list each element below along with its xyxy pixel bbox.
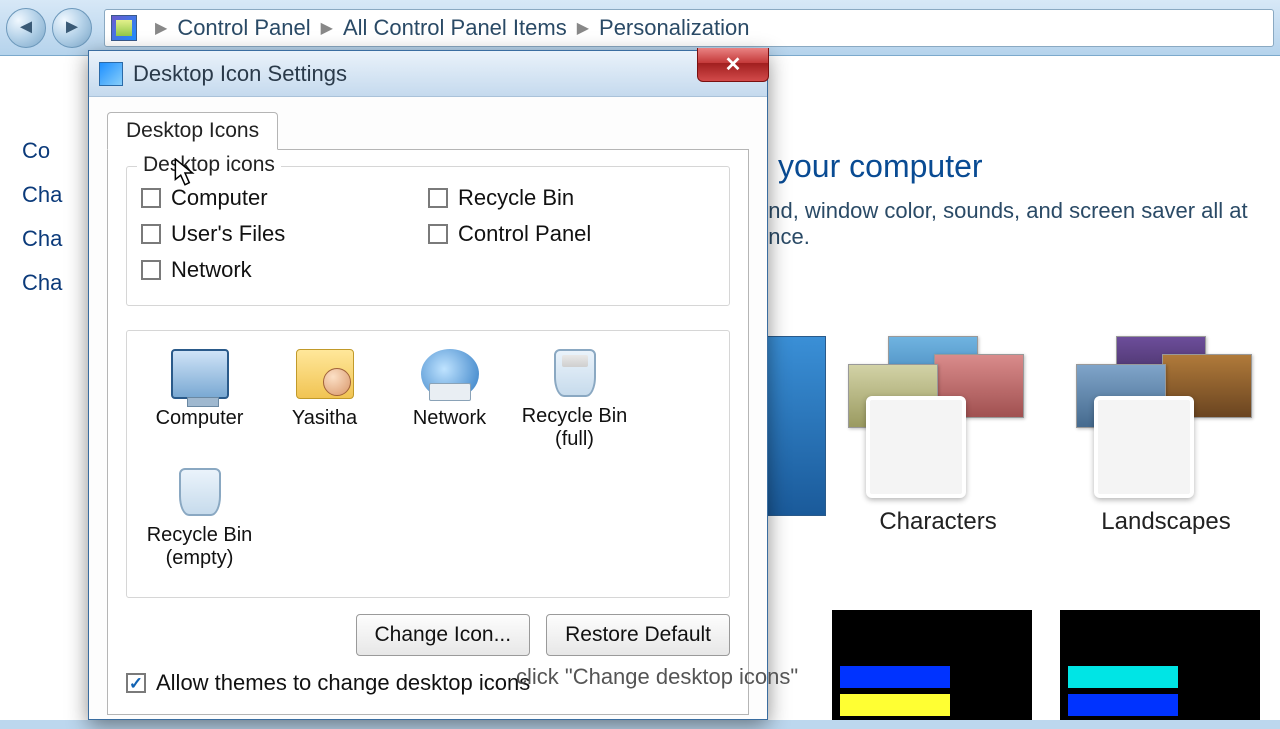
group-legend: Desktop icons bbox=[137, 153, 281, 177]
breadcrumb-item[interactable]: Personalization bbox=[599, 15, 749, 41]
icon-recycle-bin-full[interactable]: Recycle Bin (full) bbox=[512, 345, 637, 464]
theme-label: Characters bbox=[838, 508, 1038, 536]
dialog-title: Desktop Icon Settings bbox=[133, 61, 347, 87]
recycle-bin-full-icon bbox=[554, 349, 596, 397]
arrow-right-icon: ► bbox=[62, 16, 82, 39]
breadcrumb-item[interactable]: All Control Panel Items bbox=[343, 15, 567, 41]
check-label: Network bbox=[171, 257, 252, 283]
dialog-titlebar[interactable]: Desktop Icon Settings ✕ bbox=[89, 51, 767, 97]
icon-buttons-row: Change Icon... Restore Default bbox=[126, 614, 730, 656]
chevron-right-icon: ▶ bbox=[155, 18, 167, 38]
sidebar-link[interactable]: Co bbox=[22, 138, 92, 164]
icon-preview-grid: Computer Yasitha Network Recycle Bin (fu… bbox=[126, 330, 730, 598]
sidebar-links: Co Cha Cha Cha bbox=[22, 138, 92, 314]
checkbox-control-panel[interactable] bbox=[428, 224, 448, 244]
icon-network[interactable]: Network bbox=[387, 345, 512, 464]
sidebar-link[interactable]: Cha bbox=[22, 270, 92, 296]
high-contrast-theme[interactable] bbox=[1060, 610, 1260, 720]
theme-landscapes[interactable]: Landscapes bbox=[1066, 336, 1266, 536]
check-label: Allow themes to change desktop icons bbox=[156, 670, 530, 696]
tab-desktop-icons[interactable]: Desktop Icons bbox=[107, 112, 278, 150]
icon-label: Recycle Bin bbox=[139, 524, 260, 547]
close-button[interactable]: ✕ bbox=[697, 48, 769, 82]
checkbox-network[interactable] bbox=[141, 260, 161, 280]
check-label: Recycle Bin bbox=[458, 185, 574, 211]
icon-label: Yasitha bbox=[264, 407, 385, 430]
dialog-body: Desktop Icons Desktop icons Computer Use… bbox=[89, 97, 767, 729]
breadcrumb-item[interactable]: Control Panel bbox=[177, 15, 310, 41]
icon-label: Recycle Bin bbox=[514, 405, 635, 428]
explorer-navbar: ◄ ► ▶ Control Panel ▶ All Control Panel … bbox=[0, 0, 1280, 56]
check-label: Computer bbox=[171, 185, 268, 211]
checkbox-users-files[interactable] bbox=[141, 224, 161, 244]
checkbox-computer[interactable] bbox=[141, 188, 161, 208]
chevron-right-icon: ▶ bbox=[321, 18, 333, 38]
theme-characters[interactable]: Characters bbox=[838, 336, 1038, 536]
tab-panel: Desktop icons Computer User's Files bbox=[107, 149, 749, 715]
icon-recycle-bin-empty[interactable]: Recycle Bin (empty) bbox=[137, 464, 262, 583]
close-icon: ✕ bbox=[725, 52, 742, 77]
dialog-app-icon bbox=[99, 62, 123, 86]
icon-computer[interactable]: Computer bbox=[137, 345, 262, 464]
allow-themes-row: Allow themes to change desktop icons bbox=[126, 670, 730, 696]
sidebar-link[interactable]: Cha bbox=[22, 182, 92, 208]
checkbox-allow-themes[interactable] bbox=[126, 673, 146, 693]
theme-thumbnails bbox=[1066, 336, 1266, 496]
icon-label: (empty) bbox=[139, 547, 260, 570]
recycle-bin-empty-icon bbox=[179, 468, 221, 516]
network-icon bbox=[421, 349, 479, 399]
forward-button[interactable]: ► bbox=[52, 8, 92, 48]
page-subtitle: und, window color, sounds, and screen sa… bbox=[756, 198, 1280, 250]
back-button[interactable]: ◄ bbox=[6, 8, 46, 48]
high-contrast-theme[interactable] bbox=[832, 610, 1032, 720]
address-bar[interactable]: ▶ Control Panel ▶ All Control Panel Item… bbox=[104, 9, 1274, 47]
icon-label: Network bbox=[389, 407, 510, 430]
icon-label: Computer bbox=[139, 407, 260, 430]
theme-label: Landscapes bbox=[1066, 508, 1266, 536]
computer-icon bbox=[171, 349, 229, 399]
change-icon-button[interactable]: Change Icon... bbox=[356, 614, 531, 656]
icon-label: (full) bbox=[514, 428, 635, 451]
icon-user-folder[interactable]: Yasitha bbox=[262, 345, 387, 464]
desktop-icon-settings-dialog: Desktop Icon Settings ✕ Desktop Icons De… bbox=[88, 50, 768, 720]
arrow-left-icon: ◄ bbox=[16, 16, 36, 39]
nav-buttons: ◄ ► bbox=[6, 8, 92, 48]
check-label: Control Panel bbox=[458, 221, 591, 247]
check-label: User's Files bbox=[171, 221, 285, 247]
sidebar-link[interactable]: Cha bbox=[22, 226, 92, 252]
page-title: your computer bbox=[778, 148, 983, 185]
personalization-icon bbox=[111, 15, 137, 41]
chevron-right-icon: ▶ bbox=[577, 18, 589, 38]
checkbox-recycle-bin[interactable] bbox=[428, 188, 448, 208]
folder-icon bbox=[296, 349, 354, 399]
desktop-icons-group: Desktop icons Computer User's Files bbox=[126, 166, 730, 306]
theme-thumbnails bbox=[838, 336, 1038, 496]
restore-default-button[interactable]: Restore Default bbox=[546, 614, 730, 656]
